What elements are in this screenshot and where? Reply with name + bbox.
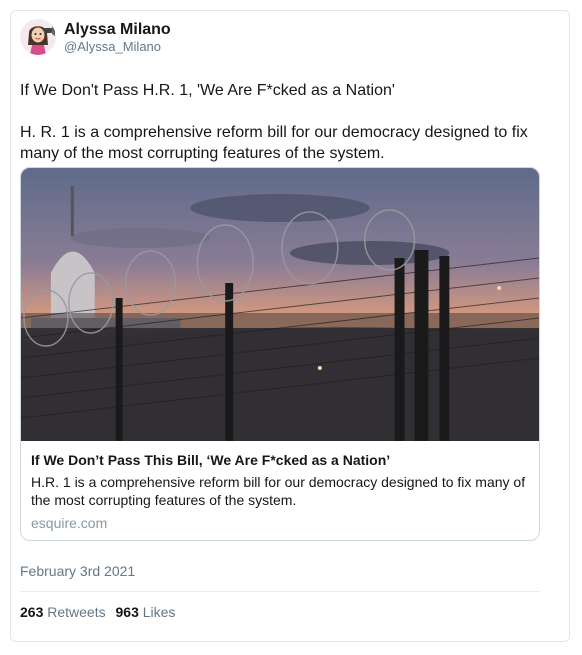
capitol-fence-photo xyxy=(21,168,539,441)
retweets-count: 263 xyxy=(20,604,44,620)
user-info: Alyssa Milano @Alyssa_Milano xyxy=(64,20,171,55)
likes-label: Likes xyxy=(142,604,176,620)
retweets-label: Retweets xyxy=(47,604,106,620)
user-handle[interactable]: @Alyssa_Milano xyxy=(64,39,171,55)
link-preview-body: If We Don’t Pass This Bill, ‘We Are F*ck… xyxy=(21,441,539,531)
tweet-text-line1: If We Don't Pass H.R. 1, 'We Are F*cked … xyxy=(20,82,395,99)
retweets-stat[interactable]: 263 Retweets xyxy=(20,604,106,620)
avatar[interactable] xyxy=(20,19,56,55)
likes-stat[interactable]: 963 Likes xyxy=(116,604,176,620)
tweet-header: Alyssa Milano @Alyssa_Milano xyxy=(20,19,171,55)
tweet-text: If We Don't Pass H.R. 1, 'We Are F*cked … xyxy=(20,80,540,164)
link-description: H.R. 1 is a comprehensive reform bill fo… xyxy=(31,474,526,508)
tweet-text-line2: H. R. 1 is a comprehensive reform bill f… xyxy=(20,124,528,162)
link-domain: esquire.com xyxy=(31,515,108,531)
likes-count: 963 xyxy=(115,604,139,620)
user-name[interactable]: Alyssa Milano xyxy=(64,20,171,39)
cartoon-avatar-icon xyxy=(20,19,56,55)
divider xyxy=(20,591,540,592)
tweet-stats: 263 Retweets 963 Likes xyxy=(20,604,181,620)
link-title[interactable]: If We Don’t Pass This Bill, ‘We Are F*ck… xyxy=(31,451,529,469)
link-preview-card[interactable]: If We Don’t Pass This Bill, ‘We Are F*ck… xyxy=(20,167,540,541)
tweet-date[interactable]: February 3rd 2021 xyxy=(20,563,135,579)
